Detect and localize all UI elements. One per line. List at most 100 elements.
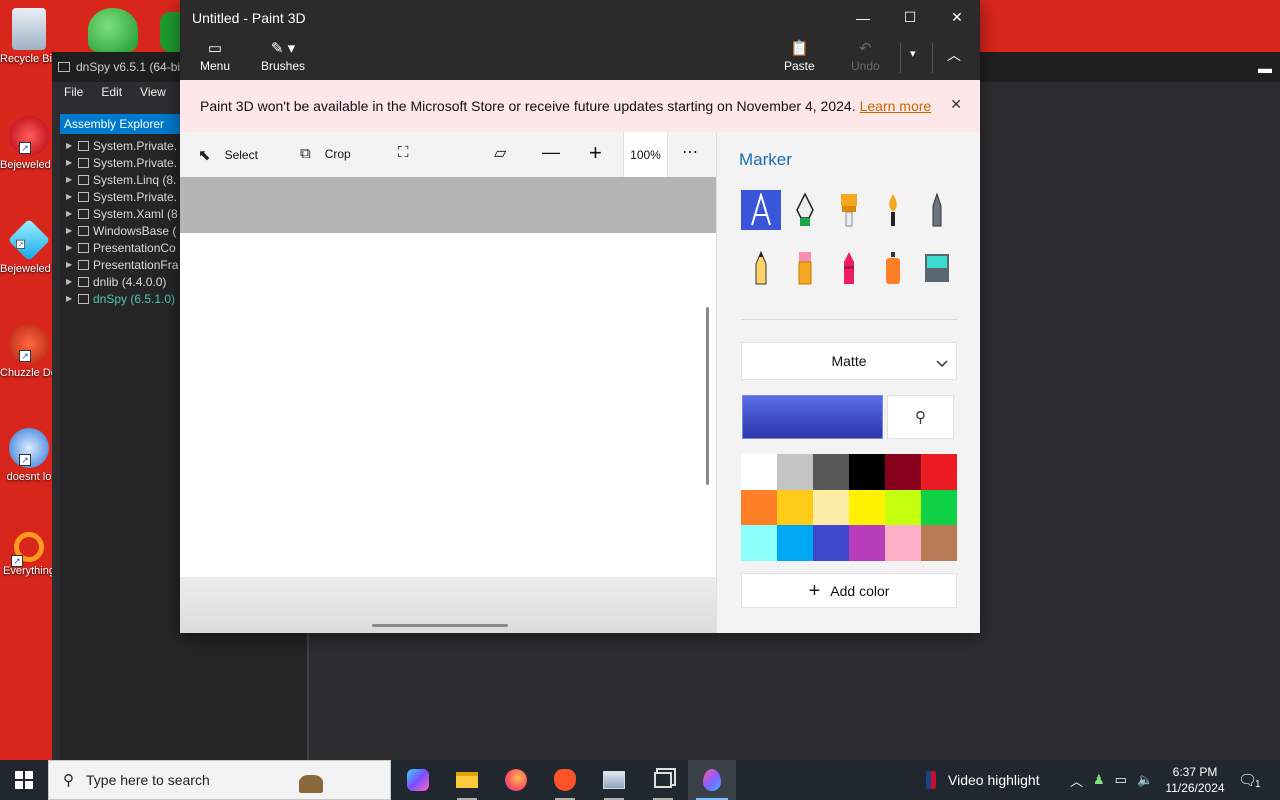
magic-select-icon[interactable]: ⛶ [398, 144, 409, 161]
color-swatch[interactable] [849, 525, 885, 561]
color-swatch[interactable] [885, 454, 921, 490]
spray-can-icon[interactable] [873, 248, 913, 288]
view-3d-icon[interactable]: ▱ [494, 143, 506, 163]
oil-brush-icon[interactable] [829, 190, 869, 230]
add-color-button[interactable]: + Add color [741, 573, 957, 608]
calligraphy-pen-icon[interactable] [785, 190, 825, 230]
paint3d-window[interactable]: Untitled - Paint 3D — ☐ ✕ ▭ Menu ✎ ▾ Bru… [180, 0, 980, 633]
finish-dropdown[interactable]: Matte [741, 342, 957, 380]
taskbar-copilot[interactable] [394, 760, 442, 800]
desktop-icon-thunderbird[interactable]: ↗ doesnt lo [0, 428, 58, 484]
color-swatch[interactable] [921, 454, 957, 490]
expand-icon[interactable]: ▶ [66, 277, 74, 286]
notification-center[interactable]: 🗨 1 [1238, 760, 1261, 800]
menu-button[interactable]: ▭ Menu [200, 37, 230, 73]
paint3d-titlebar[interactable]: Untitled - Paint 3D — ☐ ✕ [180, 0, 980, 35]
pixel-pen-icon[interactable] [917, 190, 957, 230]
more-options-icon[interactable]: ⋯ [682, 142, 698, 162]
clock[interactable]: 6:37 PM 11/26/2024 [1160, 764, 1230, 796]
crayon-icon[interactable] [829, 248, 869, 288]
eraser-icon[interactable] [785, 248, 825, 288]
expand-icon[interactable]: ▶ [66, 226, 74, 235]
volume-icon[interactable]: 🔈 [1137, 772, 1153, 788]
desktop-icon-everything[interactable]: ↗ Everything [0, 532, 58, 578]
menu-edit[interactable]: Edit [101, 85, 122, 99]
taskbar-paint3d[interactable] [688, 760, 736, 800]
color-swatch[interactable] [777, 454, 813, 490]
people-tray-icon[interactable]: ♟ [1093, 772, 1105, 788]
taskbar-search[interactable]: ⚲ Type here to search [48, 760, 391, 800]
chevron-down-icon [936, 355, 948, 371]
taskbar-firefox[interactable] [492, 760, 540, 800]
brushes-button[interactable]: ✎ ▾ Brushes [261, 37, 305, 73]
menu-view[interactable]: View [140, 85, 166, 99]
close-button[interactable]: ✕ [934, 0, 980, 35]
watercolor-icon[interactable] [873, 190, 913, 230]
learn-more-link[interactable]: Learn more [860, 98, 932, 114]
chevron-up-icon[interactable]: ︿ [1070, 771, 1083, 790]
panel-title: Marker [739, 150, 792, 169]
color-swatch[interactable] [813, 489, 849, 525]
color-swatch[interactable] [741, 454, 777, 490]
zoom-in-icon[interactable]: + [589, 140, 602, 166]
desktop-icon-label: Chuzzle Deluxe [0, 367, 58, 379]
expand-icon[interactable]: ▶ [66, 294, 74, 303]
minimize-icon[interactable]: ▬ [1258, 60, 1272, 76]
drawing-canvas[interactable] [180, 233, 716, 577]
pencil-icon[interactable] [741, 248, 781, 288]
news-widget[interactable]: Video highlight [926, 760, 1040, 800]
network-icon[interactable]: ▭ [1115, 772, 1127, 788]
marker-icon[interactable] [741, 190, 781, 230]
start-button[interactable] [0, 760, 48, 800]
canvas-workspace[interactable] [180, 177, 716, 633]
taskbar-dnspy[interactable] [639, 760, 687, 800]
expand-icon[interactable]: ▶ [66, 209, 74, 218]
color-swatch[interactable] [777, 525, 813, 561]
color-swatch[interactable] [885, 489, 921, 525]
taskbar-file-explorer[interactable] [443, 760, 491, 800]
crop-button[interactable]: ⧉ Crop [300, 145, 351, 162]
eyedropper-icon[interactable]: ⚲ [887, 395, 954, 439]
taskbar-app[interactable] [590, 760, 638, 800]
menu-file[interactable]: File [64, 85, 83, 99]
zoom-out-icon[interactable]: — [542, 142, 560, 163]
color-swatch[interactable] [849, 454, 885, 490]
expand-icon[interactable]: ▶ [66, 192, 74, 201]
select-button[interactable]: ⬉ Select [198, 146, 258, 164]
color-swatch[interactable] [777, 489, 813, 525]
current-color-swatch[interactable] [742, 395, 883, 439]
fill-bucket-icon[interactable] [917, 248, 957, 288]
color-swatch[interactable] [813, 525, 849, 561]
menu-button-label: Menu [200, 59, 231, 73]
color-swatch[interactable] [849, 489, 885, 525]
paste-button[interactable]: 📋 Paste [784, 37, 815, 73]
desktop-icon-bejeweled-1[interactable]: ↗ Bejeweled Deluxe [0, 116, 58, 172]
expand-icon[interactable]: ▶ [66, 141, 74, 150]
horizontal-scroll-track [180, 577, 716, 633]
expand-icon[interactable]: ▶ [66, 260, 74, 269]
collapse-ribbon-icon[interactable]: ︿ [947, 45, 961, 65]
expand-icon[interactable]: ▶ [66, 175, 74, 184]
desktop-icon-recycle-bin[interactable]: Recycle Bin [0, 8, 58, 66]
undo-button[interactable]: ↶ Undo [851, 37, 880, 73]
color-swatch[interactable] [741, 489, 777, 525]
minimize-button[interactable]: — [840, 0, 886, 35]
color-swatch[interactable] [921, 525, 957, 561]
desktop-icon-chuzzle[interactable]: ↗ Chuzzle Deluxe [0, 324, 58, 380]
horizontal-scrollbar[interactable] [372, 624, 508, 627]
close-icon[interactable]: ✕ [950, 96, 962, 113]
expand-icon[interactable]: ▶ [66, 158, 74, 167]
color-swatch[interactable] [885, 525, 921, 561]
color-swatch[interactable] [741, 525, 777, 561]
assembly-explorer-tab[interactable]: Assembly Explorer [60, 114, 180, 134]
taskbar-brave[interactable] [541, 760, 589, 800]
desktop-icon-label: Bejeweled Deluxe [0, 159, 58, 171]
desktop-icon-bejeweled-2[interactable]: ↗ Bejeweled Deluxe [0, 218, 58, 276]
expand-icon[interactable]: ▶ [66, 243, 74, 252]
history-dropdown-icon[interactable]: ▾ [910, 47, 916, 60]
color-swatch[interactable] [813, 454, 849, 490]
color-swatch[interactable] [921, 489, 957, 525]
vertical-scrollbar[interactable] [706, 307, 709, 485]
maximize-button[interactable]: ☐ [887, 0, 933, 35]
zoom-level[interactable]: 100% [623, 132, 668, 177]
